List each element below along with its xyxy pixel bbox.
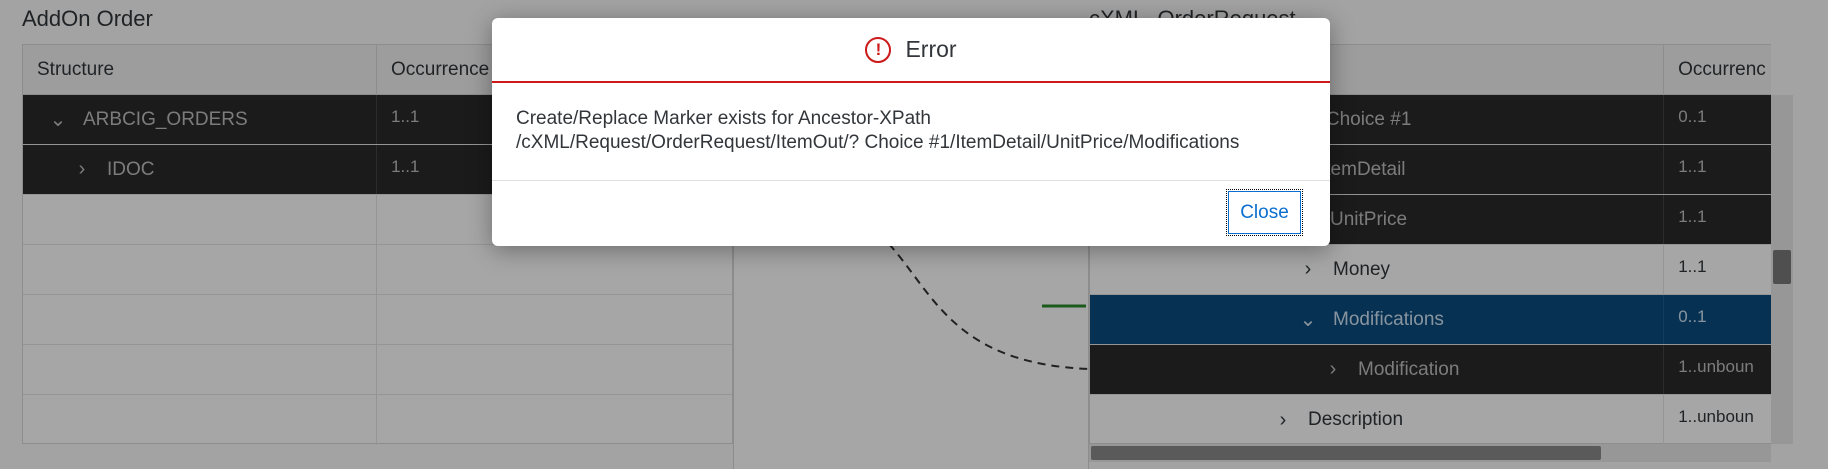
- error-dialog: ! Error Create/Replace Marker exists for…: [492, 18, 1330, 246]
- error-icon: !: [865, 36, 892, 63]
- dialog-message: Create/Replace Marker exists for Ancesto…: [492, 83, 1330, 181]
- dialog-message-line-1: Create/Replace Marker exists for Ancesto…: [516, 108, 932, 129]
- dialog-header: ! Error: [492, 18, 1330, 83]
- close-button[interactable]: Close: [1226, 189, 1303, 236]
- dialog-title: Error: [905, 36, 957, 62]
- dialog-footer: Close: [492, 181, 1330, 244]
- dialog-message-line-2: /cXML/Request/OrderRequest/ItemOut/? Cho…: [516, 132, 1240, 153]
